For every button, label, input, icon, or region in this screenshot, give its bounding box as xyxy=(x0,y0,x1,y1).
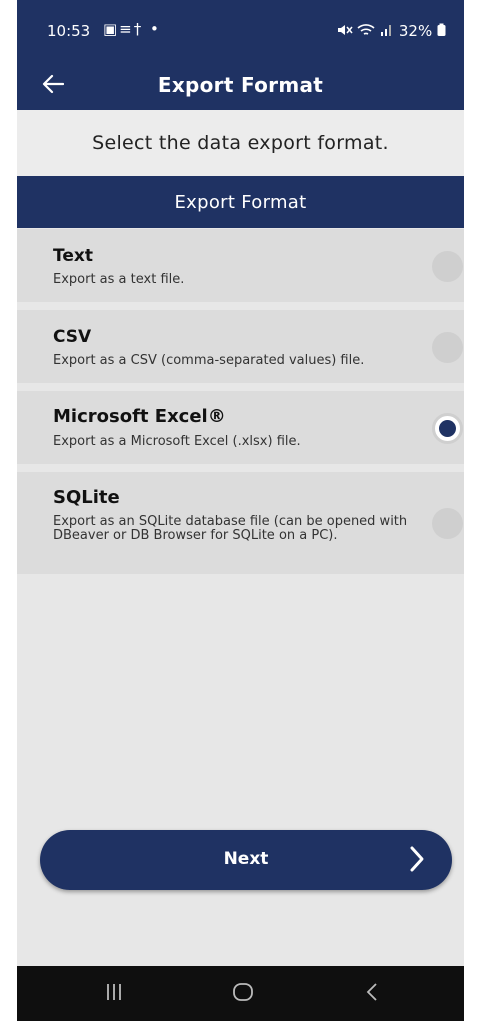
chevron-right-icon xyxy=(410,846,424,872)
section-header: Export Format xyxy=(17,176,464,228)
mute-icon xyxy=(337,25,353,35)
status-bar: 10:53 ▣≡† • 32% xyxy=(17,0,464,60)
option-title: Microsoft Excel® xyxy=(53,406,226,427)
option-description: Export as a text file. xyxy=(53,272,185,287)
radio-button[interactable] xyxy=(432,508,463,539)
system-nav-bar xyxy=(17,966,464,1021)
next-button[interactable]: Next xyxy=(40,830,452,890)
option-excel[interactable]: Microsoft Excel® Export as a Microsoft E… xyxy=(17,391,464,464)
signal-icon xyxy=(381,25,392,36)
option-sqlite[interactable]: SQLite Export as an SQLite database file… xyxy=(17,472,464,574)
option-title: SQLite xyxy=(53,487,120,508)
instruction-text: Select the data export format. xyxy=(17,110,464,176)
wifi-icon xyxy=(357,24,375,35)
option-title: Text xyxy=(53,246,93,266)
option-description: Export as a Microsoft Excel (.xlsx) file… xyxy=(53,434,301,449)
option-title: CSV xyxy=(53,327,92,347)
phone-screen: 10:53 ▣≡† • 32% Export Format Select the… xyxy=(17,0,464,1021)
page-title: Export Format xyxy=(157,73,324,97)
next-button-label: Next xyxy=(223,849,269,869)
back-nav-icon[interactable] xyxy=(365,981,379,1003)
status-time: 10:53 xyxy=(47,22,91,40)
radio-button[interactable] xyxy=(432,332,463,363)
battery-icon xyxy=(437,23,446,36)
option-description: Export as an SQLite database file (can b… xyxy=(53,514,408,543)
radio-button-selected[interactable] xyxy=(432,413,463,444)
option-description: Export as a CSV (comma-separated values)… xyxy=(53,353,365,368)
radio-dot xyxy=(439,420,456,437)
home-icon[interactable] xyxy=(232,981,254,1003)
option-csv[interactable]: CSV Export as a CSV (comma-separated val… xyxy=(17,310,464,383)
battery-percent: 32% xyxy=(398,22,433,40)
app-bar: Export Format xyxy=(17,60,464,110)
status-notification-icons: ▣≡† • xyxy=(103,20,161,38)
option-text[interactable]: Text Export as a text file. xyxy=(17,229,464,302)
status-right: 32% xyxy=(337,22,446,40)
radio-button[interactable] xyxy=(432,251,463,282)
recent-apps-icon[interactable] xyxy=(105,981,123,1003)
